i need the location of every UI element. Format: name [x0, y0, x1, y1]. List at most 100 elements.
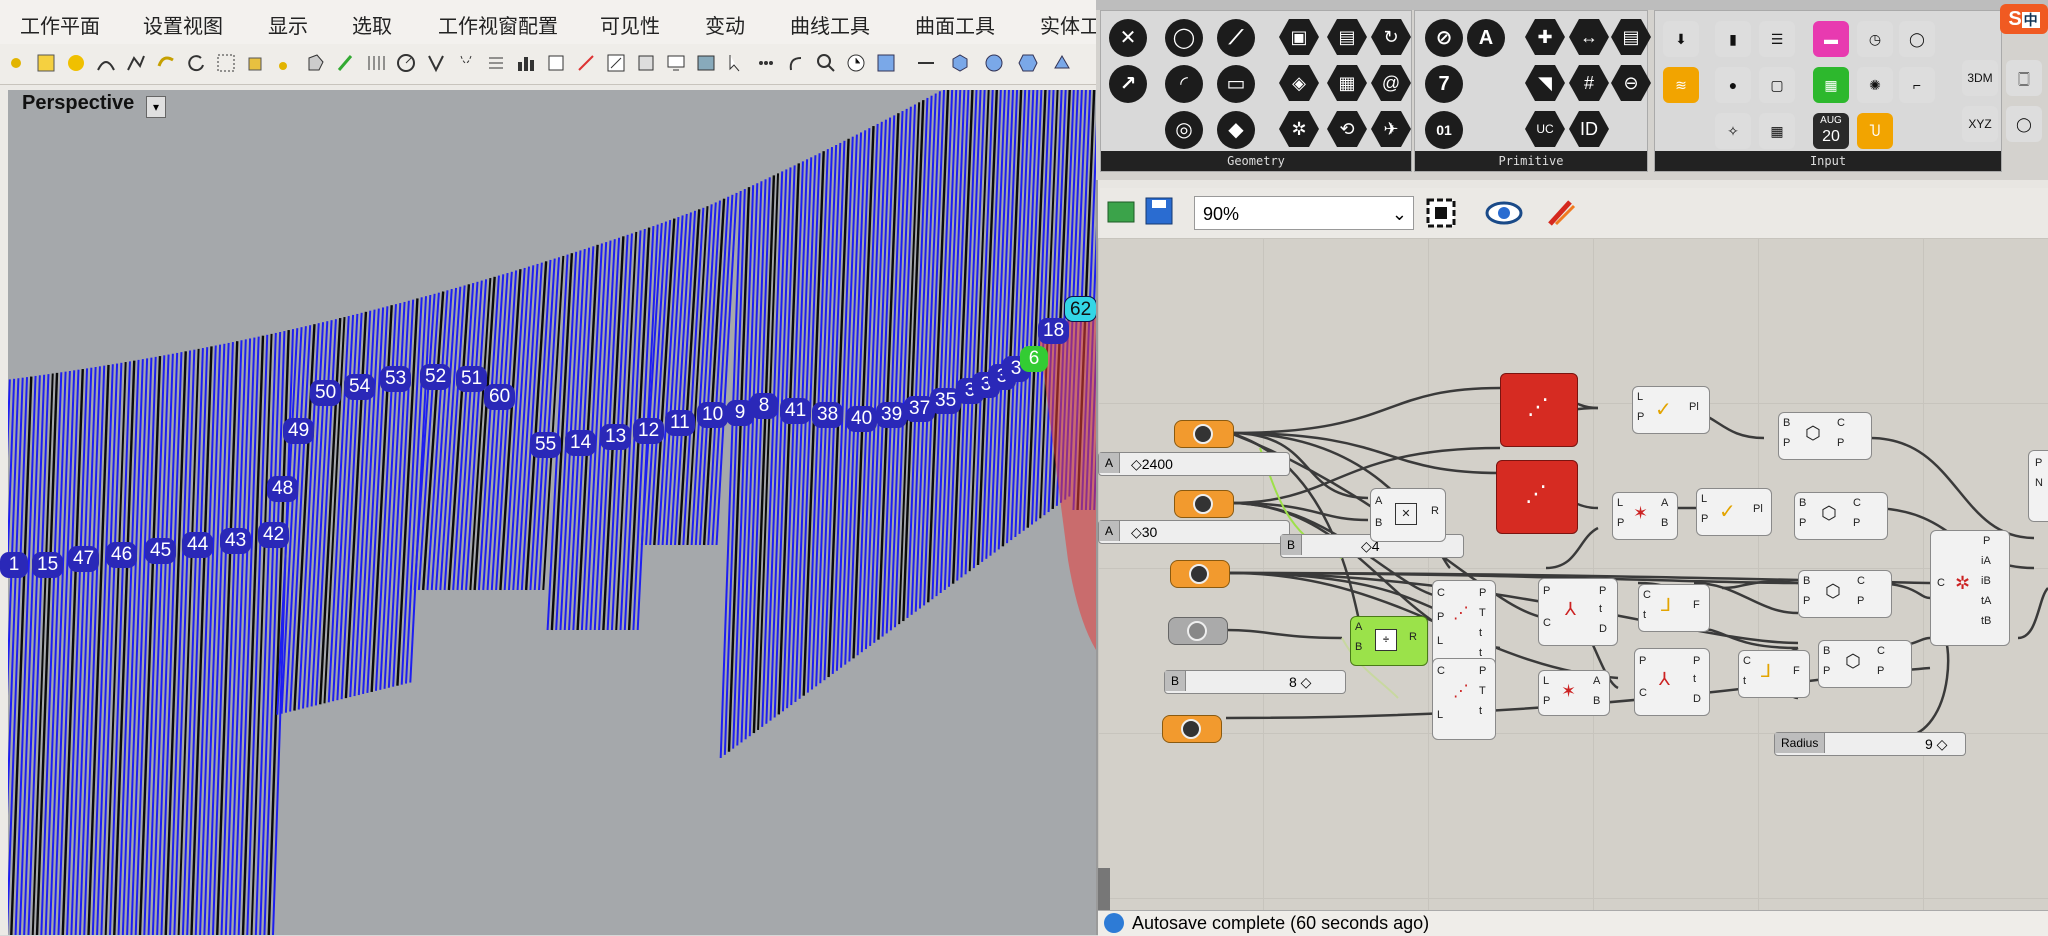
hatch-icon[interactable]: [362, 49, 390, 77]
param-xyz-icon[interactable]: XYZ: [1962, 106, 1998, 142]
port-p[interactable]: P: [2035, 457, 2042, 469]
param-graph-icon[interactable]: ≋: [1663, 67, 1699, 103]
port-c[interactable]: C: [1853, 497, 1861, 509]
port-c[interactable]: C: [1437, 665, 1445, 677]
port-f-out[interactable]: F: [1693, 599, 1700, 611]
param-line-icon[interactable]: ⟋: [1217, 19, 1255, 57]
port-b[interactable]: B: [1803, 575, 1810, 587]
paste-icon[interactable]: [632, 49, 660, 77]
port-p[interactable]: P: [1437, 611, 1444, 623]
node-closest-point-2[interactable]: P C ⅄ P t D: [1634, 648, 1710, 716]
node-box-2[interactable]: B P ⬡ C P: [1794, 492, 1888, 540]
param-atom-icon[interactable]: ✈: [1371, 111, 1411, 147]
param-boolean-icon[interactable]: ⊘: [1425, 19, 1463, 57]
menu-solid-tools[interactable]: 实体工: [1040, 10, 1100, 39]
shape-icon[interactable]: [1048, 49, 1076, 77]
lasso-icon[interactable]: [152, 49, 180, 77]
port-c[interactable]: C: [1743, 655, 1751, 667]
param-plane-icon[interactable]: ▭: [1217, 65, 1255, 103]
zoom-icon[interactable]: [812, 49, 840, 77]
port-p[interactable]: P: [1823, 665, 1830, 677]
port-l[interactable]: L: [1637, 391, 1643, 403]
viewport-dropdown[interactable]: ▾: [146, 96, 166, 118]
port-a-out[interactable]: A: [1661, 497, 1668, 509]
param-integer-icon[interactable]: 01: [1425, 111, 1463, 149]
port-t[interactable]: t: [1643, 609, 1646, 621]
port-ia[interactable]: iA: [1981, 555, 1991, 567]
param-domain-icon[interactable]: ✚: [1525, 19, 1565, 55]
save-file-icon[interactable]: [1144, 196, 1174, 226]
port-p[interactable]: P: [1803, 595, 1810, 607]
param-colour-wheel-icon[interactable]: ✺: [1857, 67, 1893, 103]
geometry-param-1[interactable]: [1174, 420, 1234, 448]
port-b-out[interactable]: B: [1661, 517, 1668, 529]
node-evaluate-curve-2[interactable]: C L ⋰ P T t: [1432, 658, 1496, 740]
param-number-icon[interactable]: 7: [1425, 65, 1463, 103]
cube-icon[interactable]: [946, 49, 974, 77]
line-icon[interactable]: [572, 49, 600, 77]
param-data-icon[interactable]: ▤: [1611, 19, 1651, 55]
port-p[interactable]: P: [1799, 517, 1806, 529]
port-l[interactable]: L: [1437, 709, 1443, 721]
port-b[interactable]: B: [1799, 497, 1806, 509]
port-p[interactable]: P: [1701, 513, 1708, 525]
port-p-out[interactable]: P: [1857, 595, 1864, 607]
node-divide-curve-2[interactable]: ⋰: [1496, 460, 1578, 534]
text-lines-icon[interactable]: [482, 49, 510, 77]
polygon-icon[interactable]: [302, 49, 330, 77]
param-text-icon[interactable]: A: [1467, 19, 1505, 57]
menu-set-view[interactable]: 设置视图: [143, 10, 223, 39]
param-culture-icon[interactable]: UC: [1525, 111, 1565, 147]
param-button-icon[interactable]: ●: [1715, 67, 1751, 103]
param-box-icon[interactable]: ◆: [1217, 111, 1255, 149]
param-calendar-icon[interactable]: AUG 20: [1813, 113, 1849, 149]
port-t2-out[interactable]: t: [1479, 627, 1482, 639]
layer-icon[interactable]: [542, 49, 570, 77]
param-clock-icon[interactable]: ◷: [1857, 21, 1893, 57]
port-t-out[interactable]: T: [1479, 607, 1486, 619]
port-b[interactable]: B: [1355, 641, 1362, 653]
points-grid-icon[interactable]: [212, 49, 240, 77]
brep-param[interactable]: [1170, 560, 1230, 588]
port-a[interactable]: A: [1375, 495, 1382, 507]
node-closest-point-1[interactable]: P C ⅄ P t D: [1538, 578, 1618, 646]
port-p-out[interactable]: P: [1479, 665, 1486, 677]
plane-icon[interactable]: [872, 49, 900, 77]
port-c[interactable]: C: [1877, 645, 1885, 657]
param-arc-icon[interactable]: ◜: [1165, 65, 1203, 103]
port-c[interactable]: C: [1837, 417, 1845, 429]
param-panel-icon[interactable]: ▢: [1759, 67, 1795, 103]
sphere-icon[interactable]: [62, 49, 90, 77]
sketch-brush-icon[interactable]: [1546, 198, 1578, 228]
zoom-level-select[interactable]: 90% ⌄: [1194, 196, 1414, 230]
param-toggle-icon[interactable]: ▮: [1715, 21, 1751, 57]
node-curve-curve[interactable]: C ✲ P iA iB tA tB: [1930, 530, 2010, 646]
port-p-out[interactable]: P: [1983, 535, 1990, 547]
dots-icon[interactable]: [752, 49, 780, 77]
port-l[interactable]: L: [1543, 675, 1549, 687]
port-c[interactable]: C: [1937, 577, 1945, 589]
param-path-icon[interactable]: ◥: [1525, 65, 1565, 101]
port-a-out[interactable]: A: [1593, 675, 1600, 687]
param-point-icon[interactable]: ✕: [1109, 19, 1147, 57]
dimension-icon[interactable]: [392, 49, 420, 77]
port-p[interactable]: P: [1637, 411, 1644, 423]
polyline-icon[interactable]: [122, 49, 150, 77]
param-control-icon[interactable]: ✧: [1715, 113, 1751, 149]
menu-display[interactable]: 显示: [268, 10, 308, 39]
param-vector-icon[interactable]: ↗: [1109, 65, 1147, 103]
point-icon[interactable]: [2, 49, 30, 77]
port-b[interactable]: B: [1823, 645, 1830, 657]
monitor-icon[interactable]: [662, 49, 690, 77]
param-query-icon[interactable]: Ⴎ: [1857, 113, 1893, 149]
port-l[interactable]: L: [1437, 635, 1443, 647]
port-p-out[interactable]: P: [1479, 587, 1486, 599]
hexagon-icon[interactable]: [1014, 49, 1042, 77]
port-n[interactable]: N: [2035, 477, 2043, 489]
viewport-title[interactable]: Perspective: [22, 92, 134, 115]
param-guid-icon[interactable]: ID: [1569, 111, 1609, 147]
hook-icon[interactable]: [782, 49, 810, 77]
pointer-icon[interactable]: [722, 49, 750, 77]
port-t2-out[interactable]: t: [1479, 705, 1482, 717]
node-division[interactable]: A B ÷ R: [1350, 616, 1428, 666]
